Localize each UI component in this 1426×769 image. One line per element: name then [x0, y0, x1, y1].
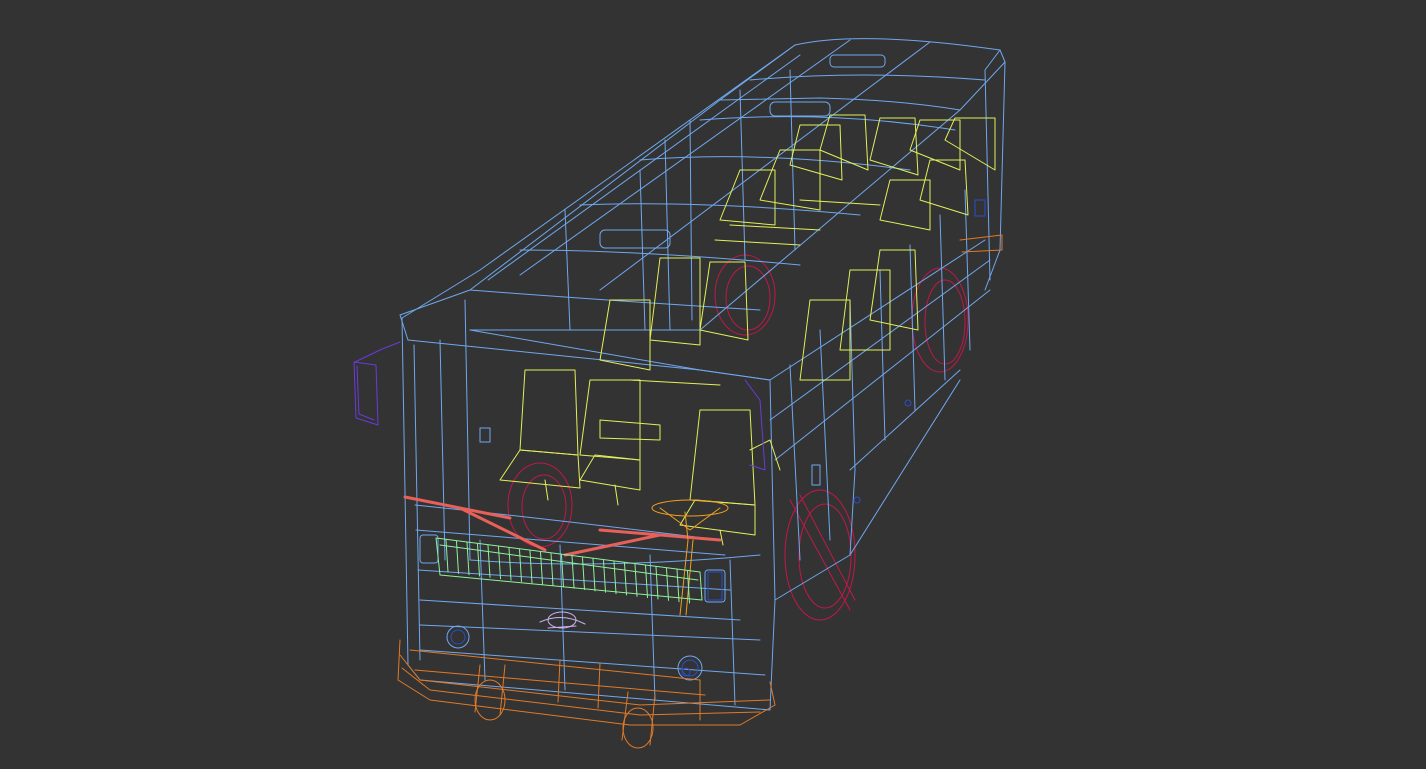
grille-slat	[613, 561, 617, 595]
grille-slat	[645, 565, 648, 599]
bus-body-wireframe	[399, 38, 1006, 711]
grille-slat	[445, 539, 449, 573]
steering-wheel-wireframe	[651, 499, 729, 616]
grille-slat	[634, 563, 638, 597]
grille-slat	[571, 555, 575, 589]
grille-slat	[603, 559, 606, 593]
grille-slat	[655, 566, 659, 600]
grille-slat	[466, 542, 470, 576]
grille-slat	[582, 557, 585, 591]
grille-slat	[561, 554, 564, 588]
grille-slat	[624, 562, 627, 596]
grille-slat	[529, 550, 533, 584]
lights-wireframe	[450, 199, 986, 677]
grille-slat	[508, 547, 512, 581]
grille-wireframe	[435, 537, 703, 604]
grille-slat	[498, 546, 501, 580]
grille-slat	[666, 567, 669, 601]
3d-viewport[interactable]	[0, 0, 1426, 769]
grille-slat	[540, 551, 543, 585]
grille-slat	[676, 569, 680, 603]
grille-slat	[477, 543, 480, 577]
bus-wireframe-icon	[353, 38, 1006, 749]
grille-slat	[550, 553, 554, 586]
grille-slat	[456, 540, 459, 574]
